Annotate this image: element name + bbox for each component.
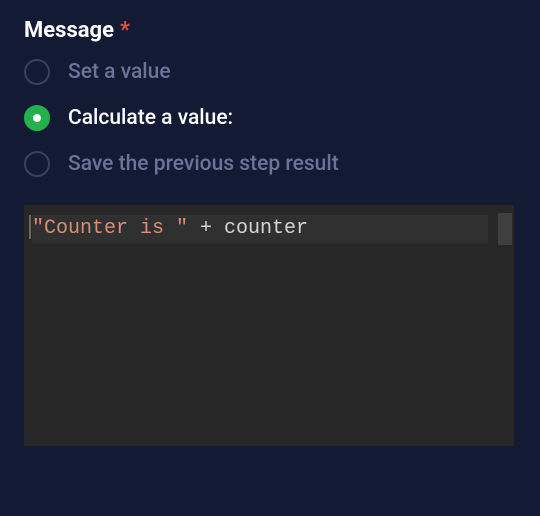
cursor-icon: [29, 215, 31, 239]
field-label-text: Message: [24, 18, 114, 43]
scrollbar-thumb[interactable]: [498, 213, 512, 245]
radio-option-calculate-value[interactable]: Calculate a value:: [24, 105, 516, 131]
radio-group: Set a value Calculate a value: Save the …: [24, 59, 516, 177]
code-identifier-token: counter: [224, 217, 308, 240]
code-string-token: "Counter is ": [32, 217, 188, 240]
radio-label: Set a value: [68, 60, 171, 84]
radio-label: Calculate a value:: [68, 106, 233, 130]
required-asterisk-icon: *: [120, 18, 130, 43]
radio-label: Save the previous step result: [68, 152, 339, 176]
code-line: "Counter is " + counter: [32, 215, 488, 243]
radio-option-set-value[interactable]: Set a value: [24, 59, 516, 85]
scrollbar-track[interactable]: [498, 213, 512, 438]
radio-option-save-previous[interactable]: Save the previous step result: [24, 151, 516, 177]
radio-icon: [24, 59, 50, 85]
radio-icon: [24, 151, 50, 177]
radio-icon: [24, 105, 50, 131]
field-label: Message *: [24, 18, 516, 43]
code-editor[interactable]: "Counter is " + counter: [24, 205, 514, 446]
code-operator-token: +: [188, 217, 224, 240]
